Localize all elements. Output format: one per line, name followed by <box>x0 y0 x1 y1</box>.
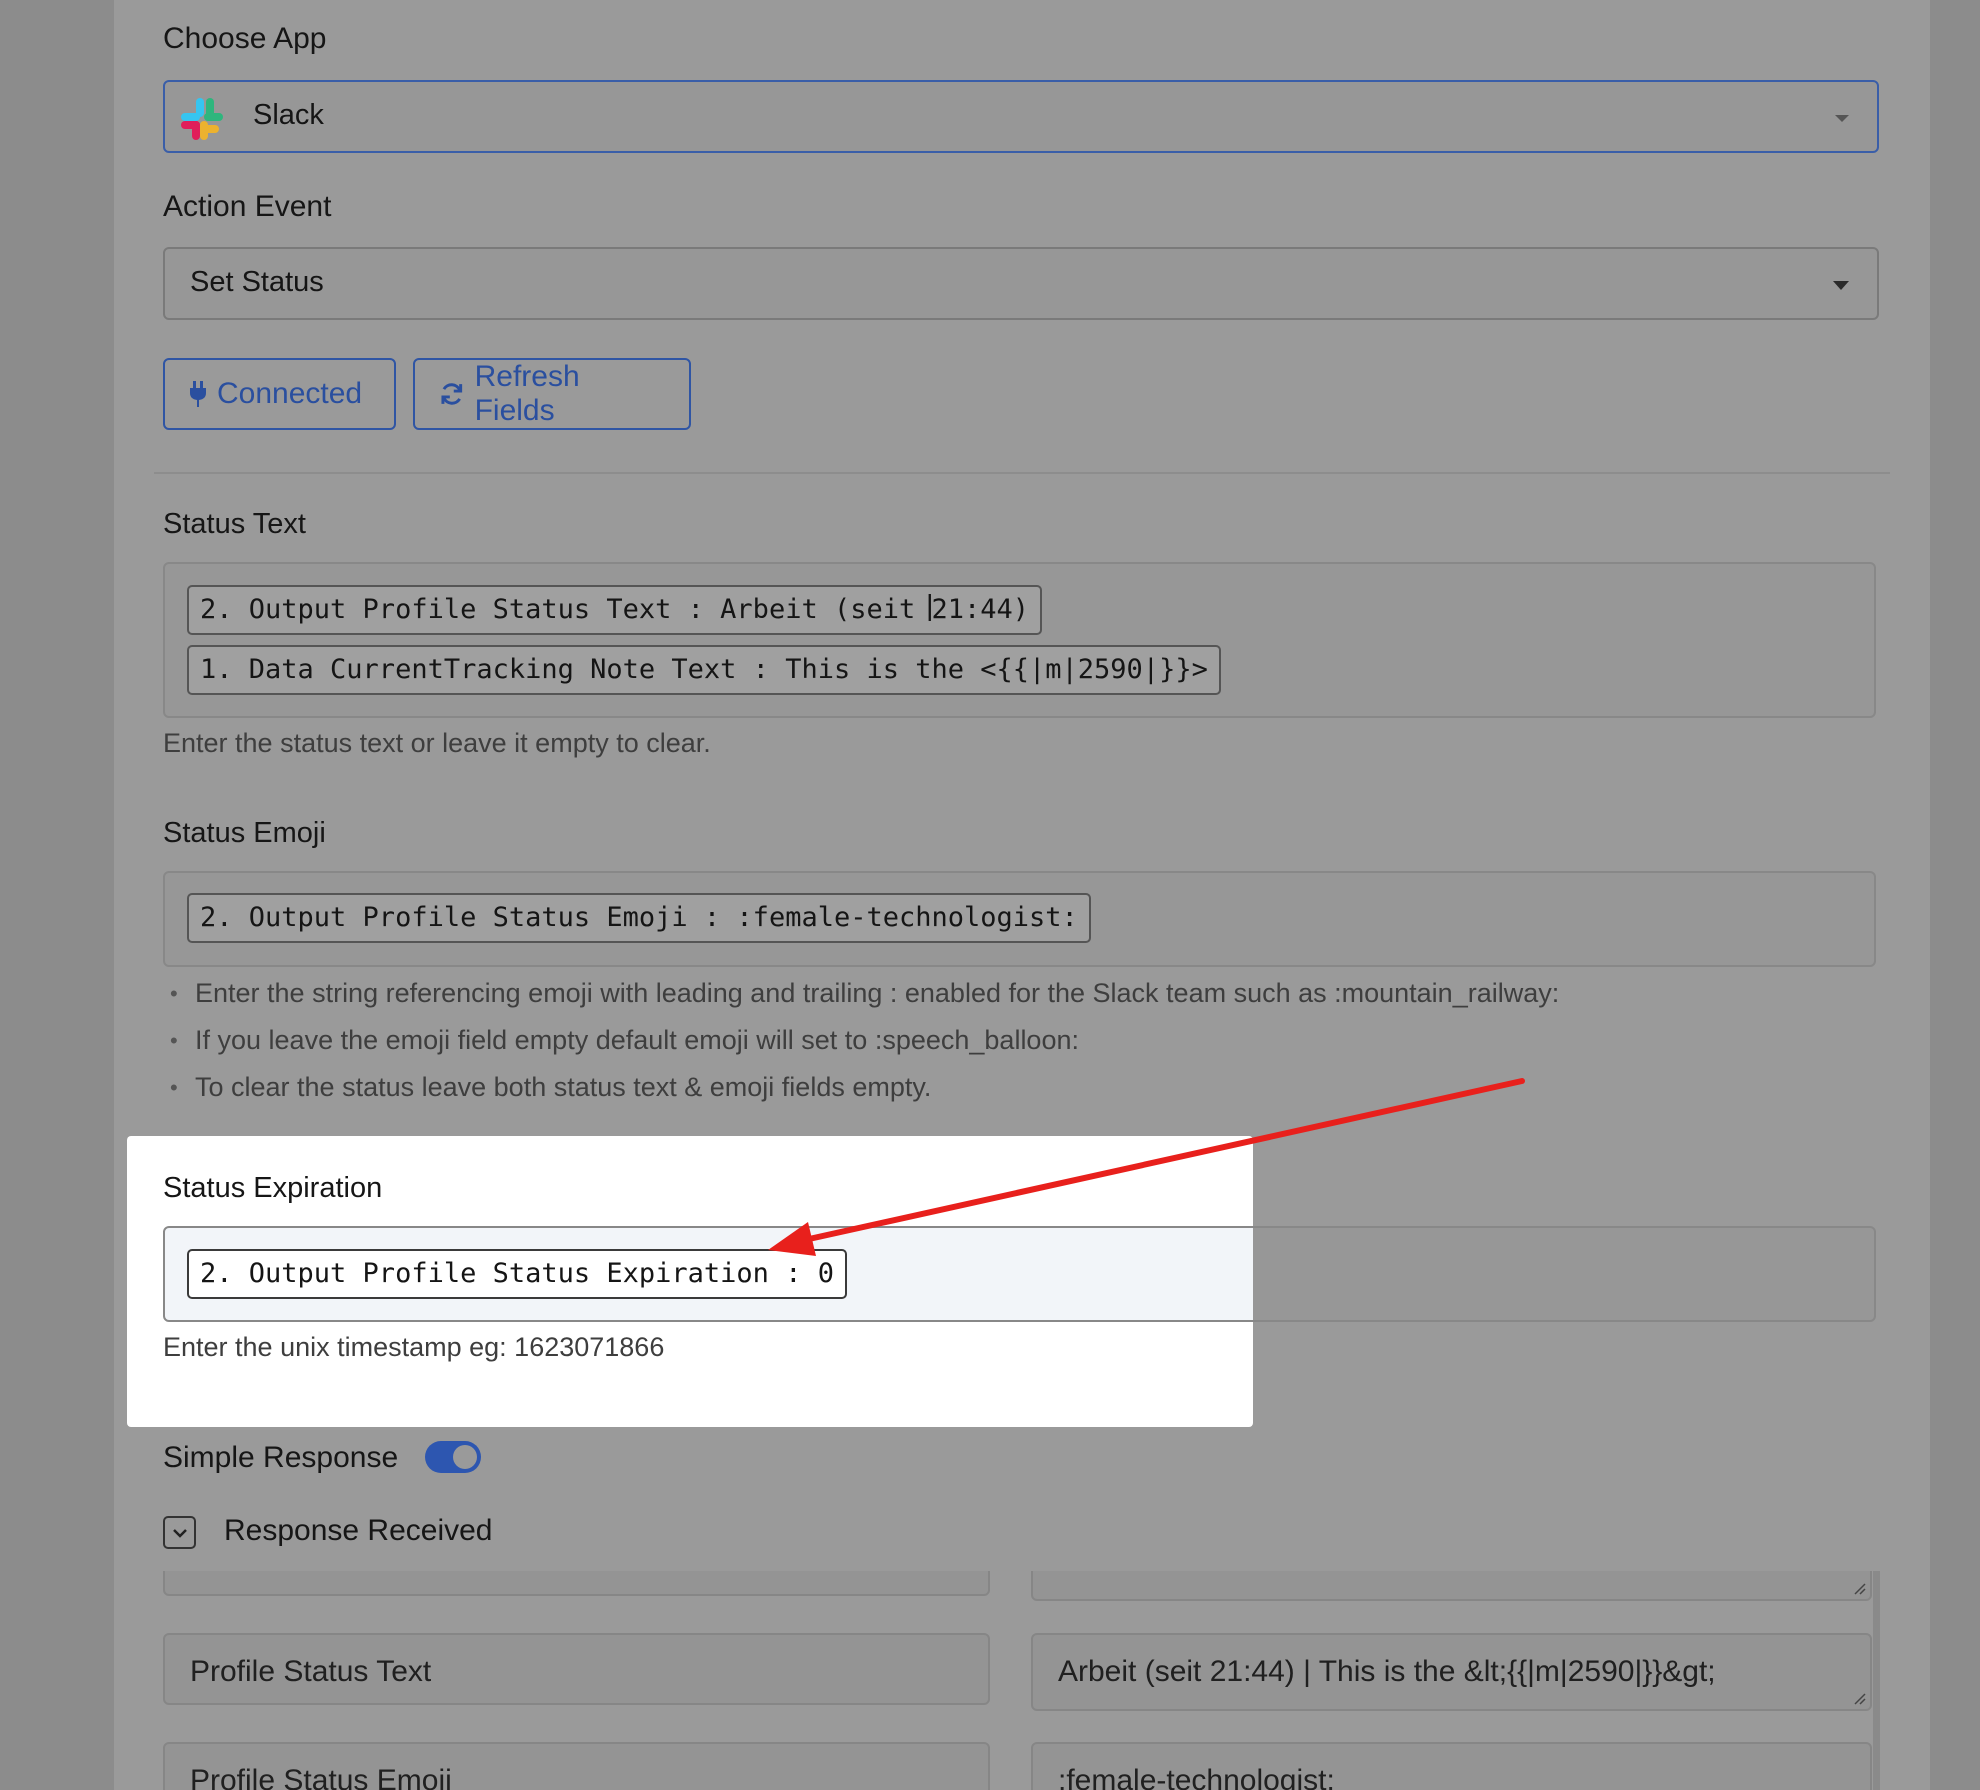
resize-handle-icon[interactable] <box>1852 1691 1866 1705</box>
response-value: :female-technologist: <box>1058 1764 1335 1790</box>
response-key: Profile Status Text <box>190 1655 432 1688</box>
response-value-cell[interactable] <box>1031 1571 1872 1601</box>
scrollbar[interactable] <box>1873 1571 1880 1790</box>
response-key: Profile Status Emoji <box>190 1764 452 1790</box>
table-row: Profile Status Emoji <box>163 1742 990 1790</box>
table-row: Profile Status Text <box>163 1633 990 1705</box>
response-received-table: Profile Status Text Arbeit (seit 21:44) … <box>114 1571 1930 1790</box>
response-value-field[interactable]: Arbeit (seit 21:44) | This is the &lt;{{… <box>1031 1633 1872 1711</box>
toggle-knob <box>453 1445 477 1469</box>
response-value-field[interactable]: :female-technologist: <box>1031 1742 1872 1790</box>
chevron-down-icon <box>172 1528 187 1538</box>
simple-response-toggle[interactable] <box>425 1441 481 1473</box>
response-received-label: Response Received <box>224 1514 493 1547</box>
response-received-toggle[interactable] <box>163 1516 196 1549</box>
resize-handle-icon[interactable] <box>1852 1581 1866 1595</box>
simple-response-label: Simple Response <box>163 1441 399 1474</box>
response-value: Arbeit (seit 21:44) | This is the &lt;{{… <box>1058 1655 1716 1688</box>
response-key-cell <box>163 1571 990 1596</box>
